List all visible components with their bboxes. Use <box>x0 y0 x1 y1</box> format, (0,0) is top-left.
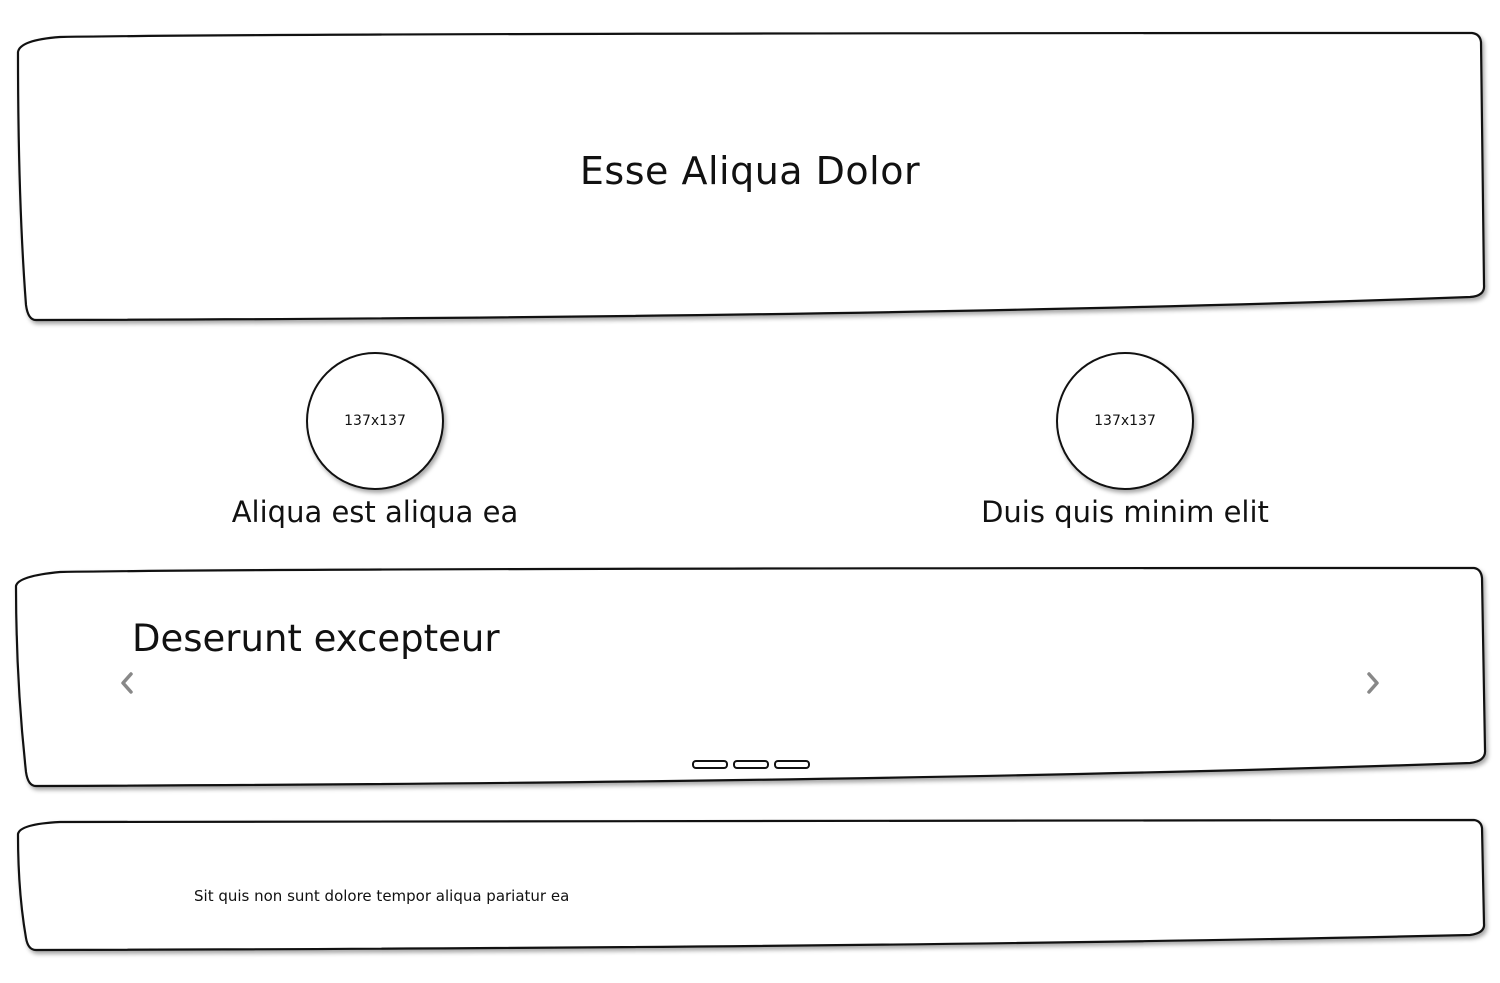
avatar-placeholder-image: 137x137 <box>1056 352 1194 490</box>
carousel-indicators <box>692 760 810 769</box>
feature-caption: Aliqua est aliqua ea <box>231 495 519 529</box>
carousel-indicator[interactable] <box>692 760 728 769</box>
carousel-indicator[interactable] <box>774 760 810 769</box>
avatar-placeholder-image: 137x137 <box>306 352 444 490</box>
carousel-next-button[interactable] <box>1358 666 1388 700</box>
chevron-left-icon <box>121 672 133 694</box>
hero-title: Esse Aliqua Dolor <box>579 149 921 193</box>
carousel-heading: Deserunt excepteur <box>132 617 500 660</box>
page: Esse Aliqua Dolor 137x137 Aliqua est ali… <box>0 0 1500 983</box>
image-size-label: 137x137 <box>1094 413 1156 429</box>
carousel-indicator[interactable] <box>733 760 769 769</box>
hero-section: Esse Aliqua Dolor <box>0 0 1500 330</box>
feature-item: 137x137 Duis quis minim elit <box>925 350 1325 530</box>
image-size-label: 137x137 <box>344 413 406 429</box>
footer-text: Sit quis non sunt dolore tempor aliqua p… <box>194 887 570 905</box>
feature-item: 137x137 Aliqua est aliqua ea <box>175 350 575 530</box>
carousel-prev-button[interactable] <box>112 666 142 700</box>
feature-caption: Duis quis minim elit <box>981 495 1269 529</box>
chevron-right-icon <box>1367 672 1379 694</box>
